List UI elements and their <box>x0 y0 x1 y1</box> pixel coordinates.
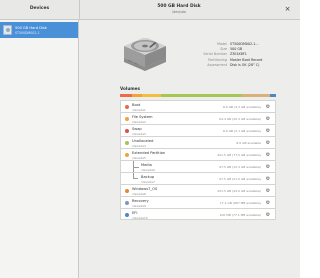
partition-segment[interactable] <box>160 94 242 97</box>
close-icon[interactable]: × <box>282 4 293 15</box>
hard-disk-icon <box>3 25 12 35</box>
gear-icon[interactable]: ⚙ <box>265 128 271 134</box>
hard-disk-illustration-icon <box>124 38 166 71</box>
info-value: 500 GB <box>230 47 243 52</box>
volume-color-dot <box>125 212 129 217</box>
tree-connector <box>133 173 138 179</box>
info-key: Serial Number <box>203 52 227 57</box>
volume-name: EFI <box>132 211 138 215</box>
volume-name: Backup <box>141 175 155 179</box>
volume-color-dot <box>125 188 129 193</box>
info-key: Partitioning <box>208 57 227 62</box>
info-value: Z3E4X8F1 <box>230 52 247 57</box>
volume-usage: 201.5 GB (77.5 GB available) <box>217 153 261 157</box>
info-key: Assessment <box>207 62 227 67</box>
volume-color-dot <box>125 116 129 121</box>
partition-segment[interactable] <box>241 94 270 97</box>
volume-name: File System <box>132 115 153 119</box>
volume-row[interactable]: EFI/dev/sda10 100 MB (77.1 MB available) ⚙ <box>120 208 276 220</box>
info-row-assessment: Assessment Disk is OK (28° C) <box>175 63 295 68</box>
info-value: ST500DM002-1... <box>230 42 259 46</box>
volume-usage: 17.1 GB (687 MB available) <box>219 201 261 205</box>
gear-icon[interactable]: ⚙ <box>265 104 271 110</box>
partition-segment[interactable] <box>120 94 133 97</box>
volume-color-dot <box>125 140 129 145</box>
gear-icon[interactable]: ⚙ <box>265 152 271 158</box>
volume-row[interactable]: Extended Partition/dev/sda5 201.5 GB (77.… <box>120 148 276 160</box>
disk-info: Model ST500DM002-1... Size 500 GB Serial… <box>175 42 295 68</box>
partition-segment[interactable] <box>132 94 142 97</box>
volume-device: /dev/sda10 <box>132 215 148 220</box>
info-value: Master Boot Record <box>230 57 263 62</box>
gear-icon[interactable]: ⚙ <box>265 200 271 206</box>
volume-row[interactable]: Recovery/dev/sda9 17.1 GB (687 MB availab… <box>120 196 276 208</box>
volume-row[interactable]: Windows7_OS/dev/sda8 201.5 GB (93.0 GB av… <box>120 184 276 196</box>
partition-segment[interactable] <box>141 94 161 97</box>
volume-row[interactable]: Media/dev/sda6 97.5 GB (12.3 GB available… <box>120 160 276 173</box>
volume-row[interactable]: Swap/dev/sda3 8.6 GB (2.1 GB available) ⚙ <box>120 124 276 136</box>
volume-name: Extended Partition <box>132 151 166 155</box>
volume-usage: 100 MB (77.1 MB available) <box>219 213 261 217</box>
device-sidebar: 500 GB Hard Disk ST500DM002-1 <box>0 20 79 278</box>
gear-icon[interactable]: ⚙ <box>265 212 271 218</box>
main-panel: Model ST500DM002-1... Size 500 GB Serial… <box>80 20 300 278</box>
gear-icon[interactable]: ⚙ <box>265 164 271 170</box>
window-title: 500 GB Hard Disk <box>157 3 201 9</box>
volume-usage: 201.5 GB (93.0 GB available) <box>217 189 261 193</box>
volume-name: Unallocated <box>132 139 154 143</box>
volume-name: Windows7_OS <box>132 187 158 191</box>
volume-color-dot <box>125 104 129 109</box>
partition-bar[interactable] <box>120 94 276 97</box>
gear-icon[interactable]: ⚙ <box>265 176 271 182</box>
device-name: 500 GB Hard Disk <box>15 25 47 30</box>
gear-icon[interactable]: ⚙ <box>265 140 271 146</box>
volume-color-dot <box>125 128 129 133</box>
volume-row[interactable]: File System/dev/sda2 64.4 GB (20.3 GB ava… <box>120 112 276 124</box>
device-model: ST500DM002-1 <box>15 30 40 35</box>
gear-icon[interactable]: ⚙ <box>265 116 271 122</box>
volume-usage: 97.5 GB (12.3 GB available) <box>219 165 261 169</box>
volume-color-dot <box>125 200 129 205</box>
disks-window: Devices 500 GB Hard Disk /dev/sda × 500 … <box>0 0 300 278</box>
gear-icon[interactable]: ⚙ <box>265 188 271 194</box>
volume-name: Boot <box>132 103 141 107</box>
volume-row[interactable]: Boot/dev/sda1 8.6 GB (4.2 GB available) ⚙ <box>120 100 276 112</box>
info-key: Model <box>217 42 227 46</box>
volume-usage: 8.6 GB (2.1 GB available) <box>222 129 261 133</box>
volume-usage: 8.6 GB available <box>236 141 261 145</box>
volume-color-dot <box>125 152 129 157</box>
volumes-heading: Volumes <box>120 86 141 91</box>
volume-usage: 97.5 GB (21.0 GB available) <box>219 177 261 181</box>
info-value: Disk is OK (28° C) <box>230 62 260 67</box>
sidebar-title: Devices <box>29 6 50 11</box>
info-key: Size <box>220 47 227 52</box>
volume-usage: 8.6 GB (4.2 GB available) <box>222 105 261 109</box>
volume-row[interactable]: Backup/dev/sda7 97.5 GB (21.0 GB availabl… <box>120 172 276 184</box>
volume-name: Media <box>141 163 152 167</box>
window-subtitle: /dev/sda <box>172 9 186 14</box>
header-bar: Devices 500 GB Hard Disk /dev/sda × <box>0 0 300 20</box>
partition-segment[interactable] <box>269 94 276 97</box>
volume-list: Boot/dev/sda1 8.6 GB (4.2 GB available) ⚙ F… <box>120 100 276 220</box>
sidebar-item-hard-disk[interactable]: 500 GB Hard Disk ST500DM002-1 <box>0 22 78 38</box>
volume-usage: 64.4 GB (20.3 GB available) <box>219 117 261 121</box>
volume-name: Recovery <box>132 199 149 203</box>
volume-name: Swap <box>132 127 142 131</box>
volume-row[interactable]: Unallocated/dev/sda4 8.6 GB available ⚙ <box>120 136 276 148</box>
